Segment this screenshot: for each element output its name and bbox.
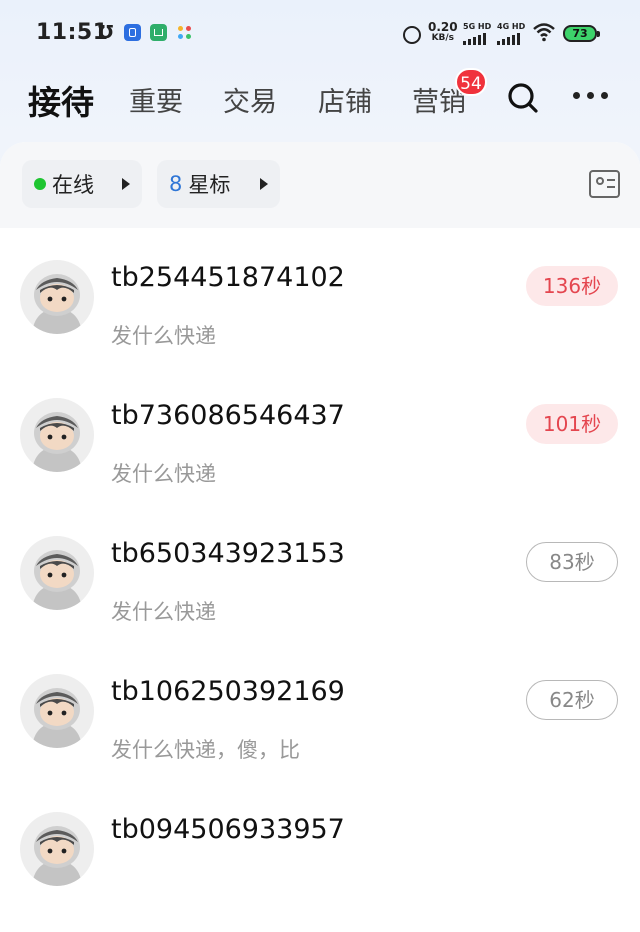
conversation-preview: 发什么快递 (111, 462, 216, 486)
net-speed-value: 0.20 (428, 20, 458, 34)
mini-u-icon: Ʊ (98, 22, 114, 43)
wait-timer-badge: 83秒 (526, 542, 618, 582)
conversation-user: tb094506933957 (111, 814, 345, 845)
filter-bar: 在线 8 星标 (0, 142, 640, 228)
sim2-label: 4G HD (497, 22, 526, 31)
avatar (20, 674, 94, 748)
conversation-user: tb650343923153 (111, 538, 345, 569)
avatar (20, 812, 94, 886)
starred-filter[interactable]: 8 星标 (157, 160, 280, 208)
star-label: 星标 (188, 173, 231, 197)
top-tab-bar: 接待 重要 交易 店铺 营销 (0, 72, 640, 128)
avatar-icon (32, 550, 82, 610)
search-icon[interactable] (507, 82, 538, 113)
conversation-user: tb736086546437 (111, 400, 345, 431)
more-icon[interactable] (573, 92, 613, 104)
star-count: 8 (169, 172, 183, 196)
alarm-icon (403, 26, 421, 44)
app-icon-blue (124, 24, 141, 41)
online-status-filter[interactable]: 在线 (22, 160, 142, 208)
sim1-label: 5G HD (463, 22, 492, 31)
conversation-panel: 在线 8 星标 tb254451874102 发什么快递 136秒 tb7360… (0, 142, 640, 886)
tab-reception[interactable]: 接待 (28, 76, 94, 124)
status-label: 在线 (52, 173, 94, 197)
avatar-icon (32, 688, 82, 748)
avatar-icon (32, 274, 82, 334)
avatar-icon (32, 826, 82, 886)
avatar (20, 536, 94, 610)
wait-timer-badge: 101秒 (526, 404, 618, 444)
marketing-badge: 54 (455, 68, 487, 96)
tab-transactions[interactable]: 交易 (223, 80, 277, 119)
signal-icon: 5G HD (463, 22, 491, 45)
app-icon-green (150, 24, 167, 41)
wifi-icon (533, 23, 555, 42)
avatar (20, 260, 94, 334)
avatar-icon (32, 412, 82, 472)
wait-timer-badge: 62秒 (526, 680, 618, 720)
conversation-preview: 发什么快递 (111, 324, 216, 348)
list-item[interactable]: tb650343923153 发什么快递 83秒 (0, 518, 640, 656)
conversation-user: tb254451874102 (111, 262, 345, 293)
avatar (20, 398, 94, 472)
tab-store[interactable]: 店铺 (318, 80, 372, 119)
tab-important[interactable]: 重要 (129, 80, 183, 119)
signal-icon-2: 4G HD (497, 22, 525, 45)
conversation-preview: 发什么快递，傻，比 (111, 738, 300, 762)
battery-level: 73 (572, 27, 588, 40)
wait-timer-badge: 136秒 (526, 266, 618, 306)
app-icon-colorful (178, 26, 192, 40)
list-item[interactable]: tb106250392169 发什么快递，傻，比 62秒 (0, 656, 640, 794)
list-item[interactable]: tb736086546437 发什么快递 101秒 (0, 380, 640, 518)
contact-card-icon[interactable] (589, 170, 620, 198)
status-dot (34, 178, 46, 190)
list-item[interactable]: tb094506933957 (0, 794, 640, 932)
status-bar: 11:51 Ʊ 0.20 KB/s 5G HD 4G HD 73 (0, 0, 640, 70)
conversation-user: tb106250392169 (111, 676, 345, 707)
battery-icon: 73 (563, 25, 600, 42)
net-speed-unit: KB/s (431, 33, 455, 43)
list-item[interactable]: tb254451874102 发什么快递 136秒 (0, 242, 640, 380)
conversation-preview: 发什么快递 (111, 600, 216, 624)
dropdown-arrow-icon (122, 178, 130, 190)
dropdown-arrow-icon (260, 178, 268, 190)
network-speed: 0.20 KB/s (428, 20, 458, 43)
